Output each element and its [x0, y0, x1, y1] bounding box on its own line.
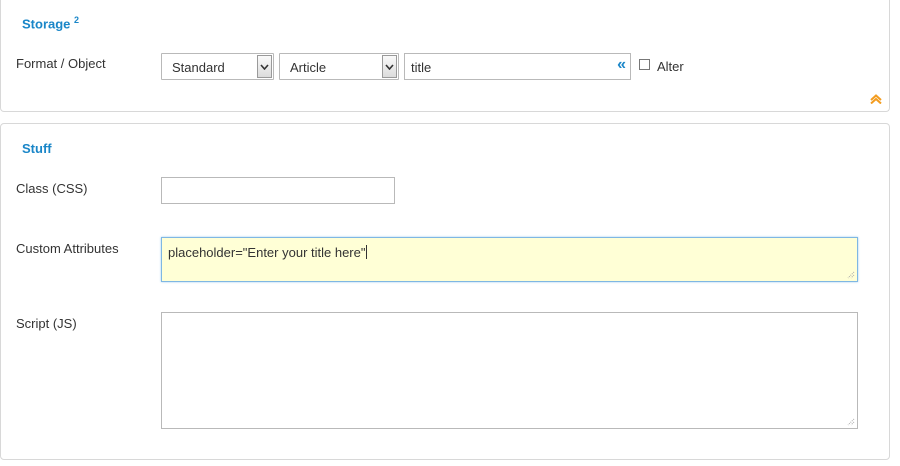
custom-attributes-textarea[interactable]: placeholder="Enter your title here"	[161, 237, 858, 282]
stuff-section-title: Stuff	[22, 141, 52, 156]
script-js-textarea[interactable]	[161, 312, 858, 429]
class-css-label: Class (CSS)	[16, 181, 88, 196]
class-css-input[interactable]	[161, 177, 395, 204]
object-select[interactable]: Article	[279, 53, 399, 80]
field-input-value: title	[411, 60, 432, 75]
alter-checkbox[interactable]	[639, 59, 650, 70]
storage-panel: Storage 2 Format / Object Standard Artic…	[0, 0, 890, 112]
custom-attributes-value: placeholder="Enter your title here"	[168, 245, 368, 260]
chevron-up-icon[interactable]	[870, 92, 882, 107]
storage-title-text: Storage	[22, 16, 71, 32]
double-chevron-left-icon[interactable]: «	[617, 56, 626, 74]
object-select-value: Article	[290, 60, 327, 75]
format-object-label: Format / Object	[16, 56, 106, 71]
chevron-down-icon[interactable]	[382, 55, 397, 78]
stuff-panel: Stuff Class (CSS) Custom Attributes plac…	[0, 123, 890, 460]
script-js-label: Script (JS)	[16, 316, 77, 331]
resize-grip-icon[interactable]	[845, 416, 855, 426]
storage-title-superscript: 2	[74, 15, 80, 25]
custom-attributes-label: Custom Attributes	[16, 241, 119, 256]
format-select-value: Standard	[172, 60, 225, 75]
storage-section-title: Storage 2	[22, 15, 79, 31]
chevron-down-icon[interactable]	[257, 55, 272, 78]
resize-grip-icon[interactable]	[845, 269, 855, 279]
field-input[interactable]: title «	[404, 53, 631, 80]
format-select[interactable]: Standard	[161, 53, 274, 80]
alter-label[interactable]: Alter	[657, 59, 684, 74]
